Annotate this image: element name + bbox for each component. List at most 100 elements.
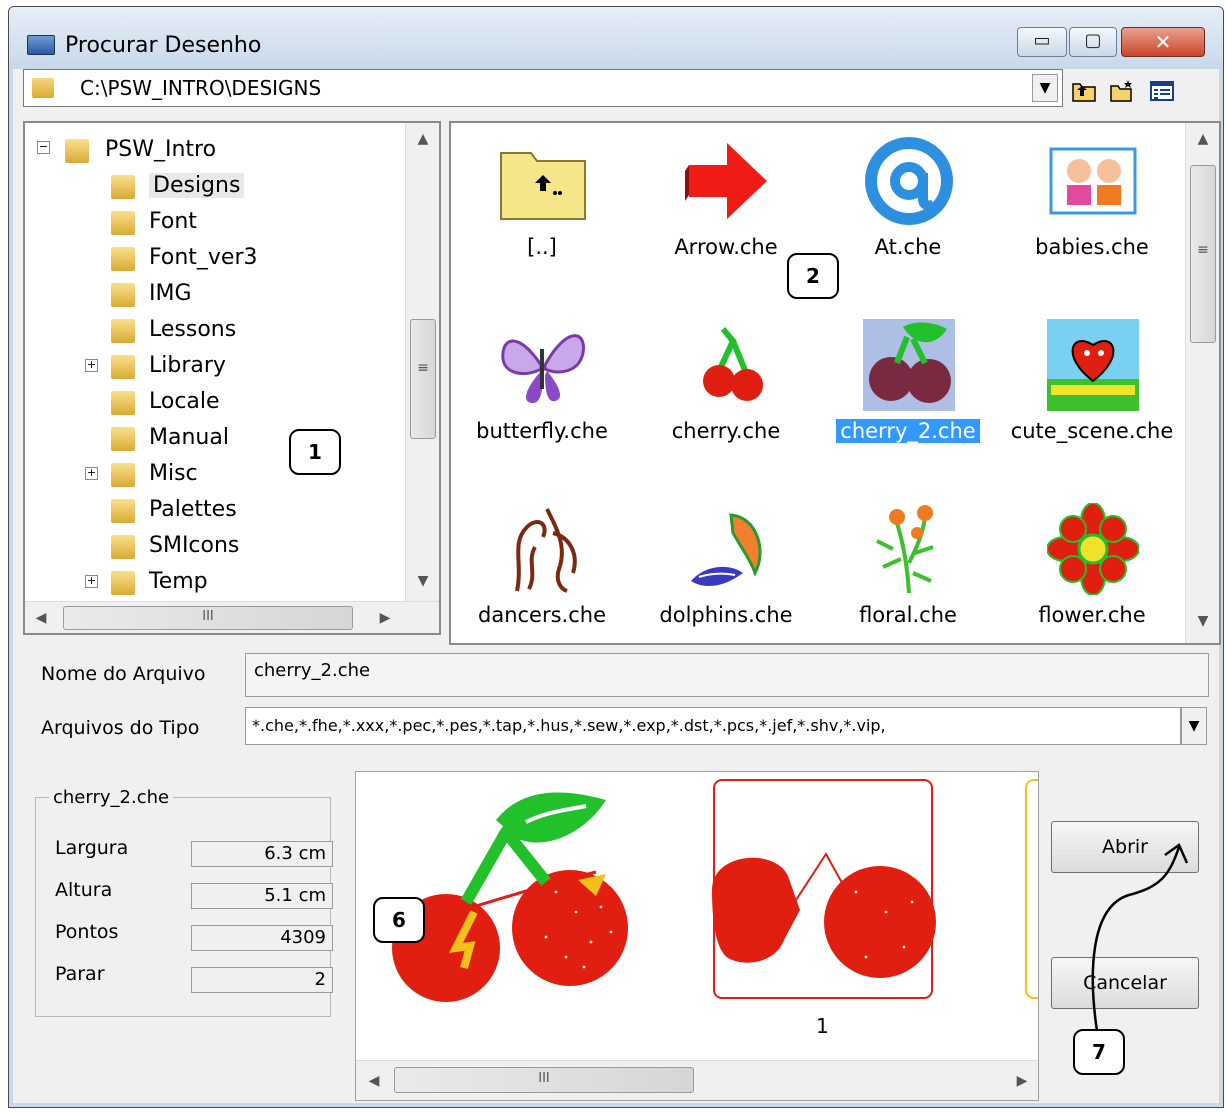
filetype-dropdown-button[interactable]: ▼ [1181,707,1207,745]
filetype-select[interactable]: *.che,*.fhe,*.xxx,*.pec,*.pes,*.tap,*.hu… [245,707,1181,745]
design-preview: 1 ◀ III ▶ [355,771,1039,1101]
file-tile[interactable]: cute_scene.che [1007,307,1177,483]
file-tile[interactable]: At.che [823,123,993,299]
info-label: Parar [55,963,105,985]
scroll-down-arrow[interactable]: ▼ [406,573,439,589]
file-tile[interactable]: floral.che [823,491,993,643]
title-bar: Procurar Desenho ▭ ▢ ✕ [9,7,1223,69]
tree-horizontal-scrollbar[interactable]: ◀ III ▶ [25,601,439,633]
path-dropdown-button[interactable]: ▼ [1032,74,1058,102]
expand-toggle[interactable]: + [85,467,98,480]
file-name-container: [..] [457,235,627,259]
butterfly-design-icon [497,319,589,411]
expand-toggle[interactable]: + [85,359,98,372]
path-combobox[interactable]: C:\PSW_INTRO\DESIGNS ▼ [23,69,1063,107]
callout-7-arrow [1091,843,1189,1032]
file-name: Arrow.che [674,235,778,259]
tree-scroll-thumb[interactable]: ≡ [410,319,436,439]
folder-icon [111,391,135,415]
up-folder-icon[interactable] [1071,79,1097,103]
scroll-up-arrow[interactable]: ▲ [406,131,439,147]
file-name: butterfly.che [476,419,608,443]
maximize-icon: ▢ [1084,30,1102,51]
file-tile[interactable]: cherry.che [641,307,811,483]
folder-icon [111,427,135,451]
file-name-container: At.che [823,235,993,259]
app-icon [27,35,55,55]
info-label: Altura [55,879,113,901]
file-tile[interactable]: butterfly.che [457,307,627,483]
collapse-toggle[interactable]: − [37,141,50,154]
folder-icon [111,463,135,487]
maximize-button[interactable]: ▢ [1069,27,1117,57]
stop-2-preview-edge [1025,779,1038,999]
file-dialog-window: Procurar Desenho ▭ ▢ ✕ C:\PSW_INTRO\DESI… [8,6,1224,1108]
info-label: Pontos [55,921,119,943]
tree-hscroll-thumb[interactable]: III [63,606,353,630]
scroll-right-arrow[interactable]: ▶ [375,610,395,626]
file-name-container: floral.che [823,603,993,627]
file-thumbnail-grid[interactable]: [..] Arrow.che At.che babies.che butterfly.c… [449,121,1221,645]
file-tile[interactable]: [..] [457,123,627,299]
file-name: cherry_2.che [836,419,980,443]
file-name-container: butterfly.che [457,419,627,443]
filename-input[interactable]: cherry_2.che [245,653,1209,697]
folder-icon [111,211,135,235]
folder-icon [111,355,135,379]
arrow-design-icon [681,135,773,227]
file-name: dolphins.che [659,603,793,627]
flower-design-icon [1046,502,1140,596]
file-tile[interactable]: cherry_2.che [823,307,993,483]
filetype-label: Arquivos do Tipo [41,717,200,739]
tree-item-label: Font [149,209,197,234]
file-name: At.che [874,235,942,259]
scroll-down-arrow[interactable]: ▼ [1186,613,1219,629]
folder-icon [111,499,135,523]
file-name-container: cherry.che [641,419,811,443]
grip-icon: ≡ [1197,242,1209,258]
folder-icon [32,78,54,98]
folder-tree[interactable]: − PSW_Intro Designs Font Font_ver3 IMG Lesso… [23,121,441,635]
file-tile[interactable]: babies.che [1007,123,1177,299]
file-tile[interactable]: flower.che [1007,491,1177,643]
grid-scroll-thumb[interactable]: ≡ [1190,165,1216,343]
window-title: Procurar Desenho [65,33,262,58]
tree-item-label: Library [149,353,226,378]
scroll-left-arrow[interactable]: ◀ [31,610,51,626]
file-tile[interactable]: dancers.che [457,491,627,643]
file-name-container: dolphins.che [641,603,811,627]
grid-vertical-scrollbar[interactable]: ▲ ≡ ▼ [1185,123,1219,643]
tree-item-label: Lessons [149,317,237,342]
tree-root-label: PSW_Intro [105,137,217,162]
close-icon: ✕ [1154,30,1172,54]
preview-canvas [392,779,1038,1002]
expand-toggle[interactable]: + [85,575,98,588]
cherry-2-design-icon [863,319,955,411]
dancers-design-icon [497,503,589,595]
scroll-up-arrow[interactable]: ▲ [1186,131,1219,147]
preview-hscroll-thumb[interactable]: III [394,1067,694,1093]
file-name-container: dancers.che [457,603,627,627]
file-name-container: flower.che [1007,603,1177,627]
parent-folder-icon [497,135,589,227]
dolphins-design-icon [681,503,773,595]
tree-item-label: Manual [149,425,229,450]
tree-vertical-scrollbar[interactable]: ▲ ≡ ▼ [405,123,439,601]
close-button[interactable]: ✕ [1121,27,1205,57]
scroll-right-arrow[interactable]: ▶ [1012,1073,1032,1089]
at-sign-design-icon [863,135,955,227]
info-value: 5.1 cm [191,883,333,909]
stop-number-label: 1 [816,1014,829,1038]
tree-item-label: Temp [149,569,208,594]
view-menu-icon[interactable] [1149,79,1175,103]
cherry-preview-image [392,792,628,1002]
minimize-button[interactable]: ▭ [1017,27,1067,57]
scroll-left-arrow[interactable]: ◀ [364,1073,384,1089]
file-tile[interactable]: dolphins.che [641,491,811,643]
file-tile[interactable]: Arrow.che [641,123,811,299]
tree-item-label: Font_ver3 [149,245,258,270]
tree-item-label: Misc [149,461,198,486]
new-folder-icon[interactable] [1109,79,1135,103]
preview-horizontal-scrollbar[interactable]: ◀ III ▶ [356,1060,1038,1100]
grip-icon: III [202,609,214,624]
